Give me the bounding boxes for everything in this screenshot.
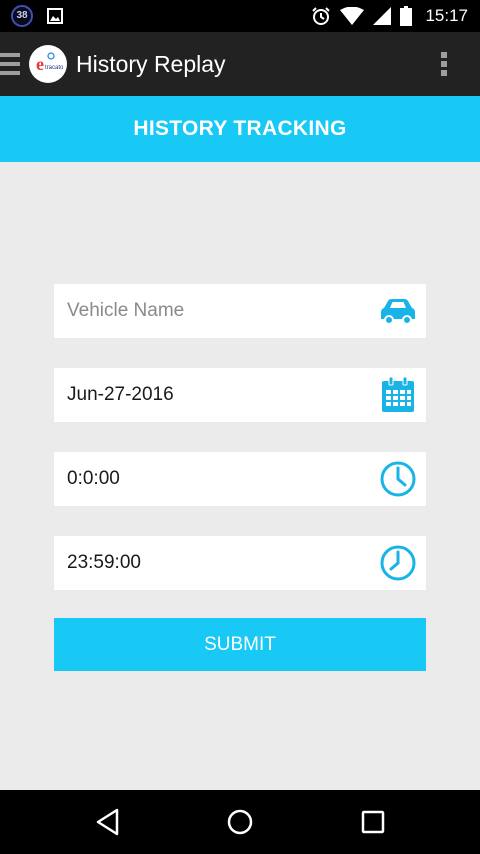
vehicle-name-input[interactable]: Vehicle Name bbox=[67, 284, 184, 338]
signal-icon bbox=[373, 7, 392, 25]
app-logo[interactable]: e tracato bbox=[29, 45, 67, 83]
svg-text:tracato: tracato bbox=[45, 65, 64, 71]
end-time-field[interactable]: 23:59:00 bbox=[54, 536, 426, 590]
car-icon[interactable] bbox=[378, 291, 418, 331]
notification-badge: 38 bbox=[11, 5, 33, 27]
alarm-icon bbox=[312, 7, 331, 25]
submit-button[interactable]: SUBMIT bbox=[54, 618, 426, 671]
recents-icon[interactable] bbox=[358, 807, 388, 837]
image-icon bbox=[47, 8, 63, 24]
calendar-icon[interactable] bbox=[378, 375, 418, 415]
logo-icon: e tracato bbox=[36, 52, 64, 74]
wifi-icon bbox=[340, 7, 365, 25]
battery-icon bbox=[400, 6, 413, 26]
start-time-field[interactable]: 0:0:00 bbox=[54, 452, 426, 506]
hamburger-icon[interactable] bbox=[0, 51, 22, 77]
date-value[interactable]: Jun-27-2016 bbox=[67, 368, 174, 422]
start-time-value[interactable]: 0:0:00 bbox=[67, 452, 120, 506]
header-band: HISTORY TRACKING bbox=[0, 96, 480, 162]
home-icon[interactable] bbox=[225, 807, 255, 837]
clock-time: 15:17 bbox=[425, 6, 468, 25]
more-vert-icon[interactable] bbox=[440, 51, 448, 77]
status-bar: 38 15:17 bbox=[0, 0, 480, 32]
end-time-value[interactable]: 23:59:00 bbox=[67, 536, 141, 590]
page-title: HISTORY TRACKING bbox=[133, 117, 347, 140]
back-icon[interactable] bbox=[93, 807, 123, 837]
svg-text:e: e bbox=[36, 54, 44, 74]
navigation-bar bbox=[0, 790, 480, 854]
clock-icon[interactable] bbox=[378, 543, 418, 583]
status-icons: 15:17 bbox=[311, 0, 468, 32]
date-field[interactable]: Jun-27-2016 bbox=[54, 368, 426, 422]
vehicle-name-field[interactable]: Vehicle Name bbox=[54, 284, 426, 338]
clock-icon[interactable] bbox=[378, 459, 418, 499]
app-title: History Replay bbox=[76, 51, 226, 77]
app-toolbar: e tracato History Replay bbox=[0, 32, 480, 96]
